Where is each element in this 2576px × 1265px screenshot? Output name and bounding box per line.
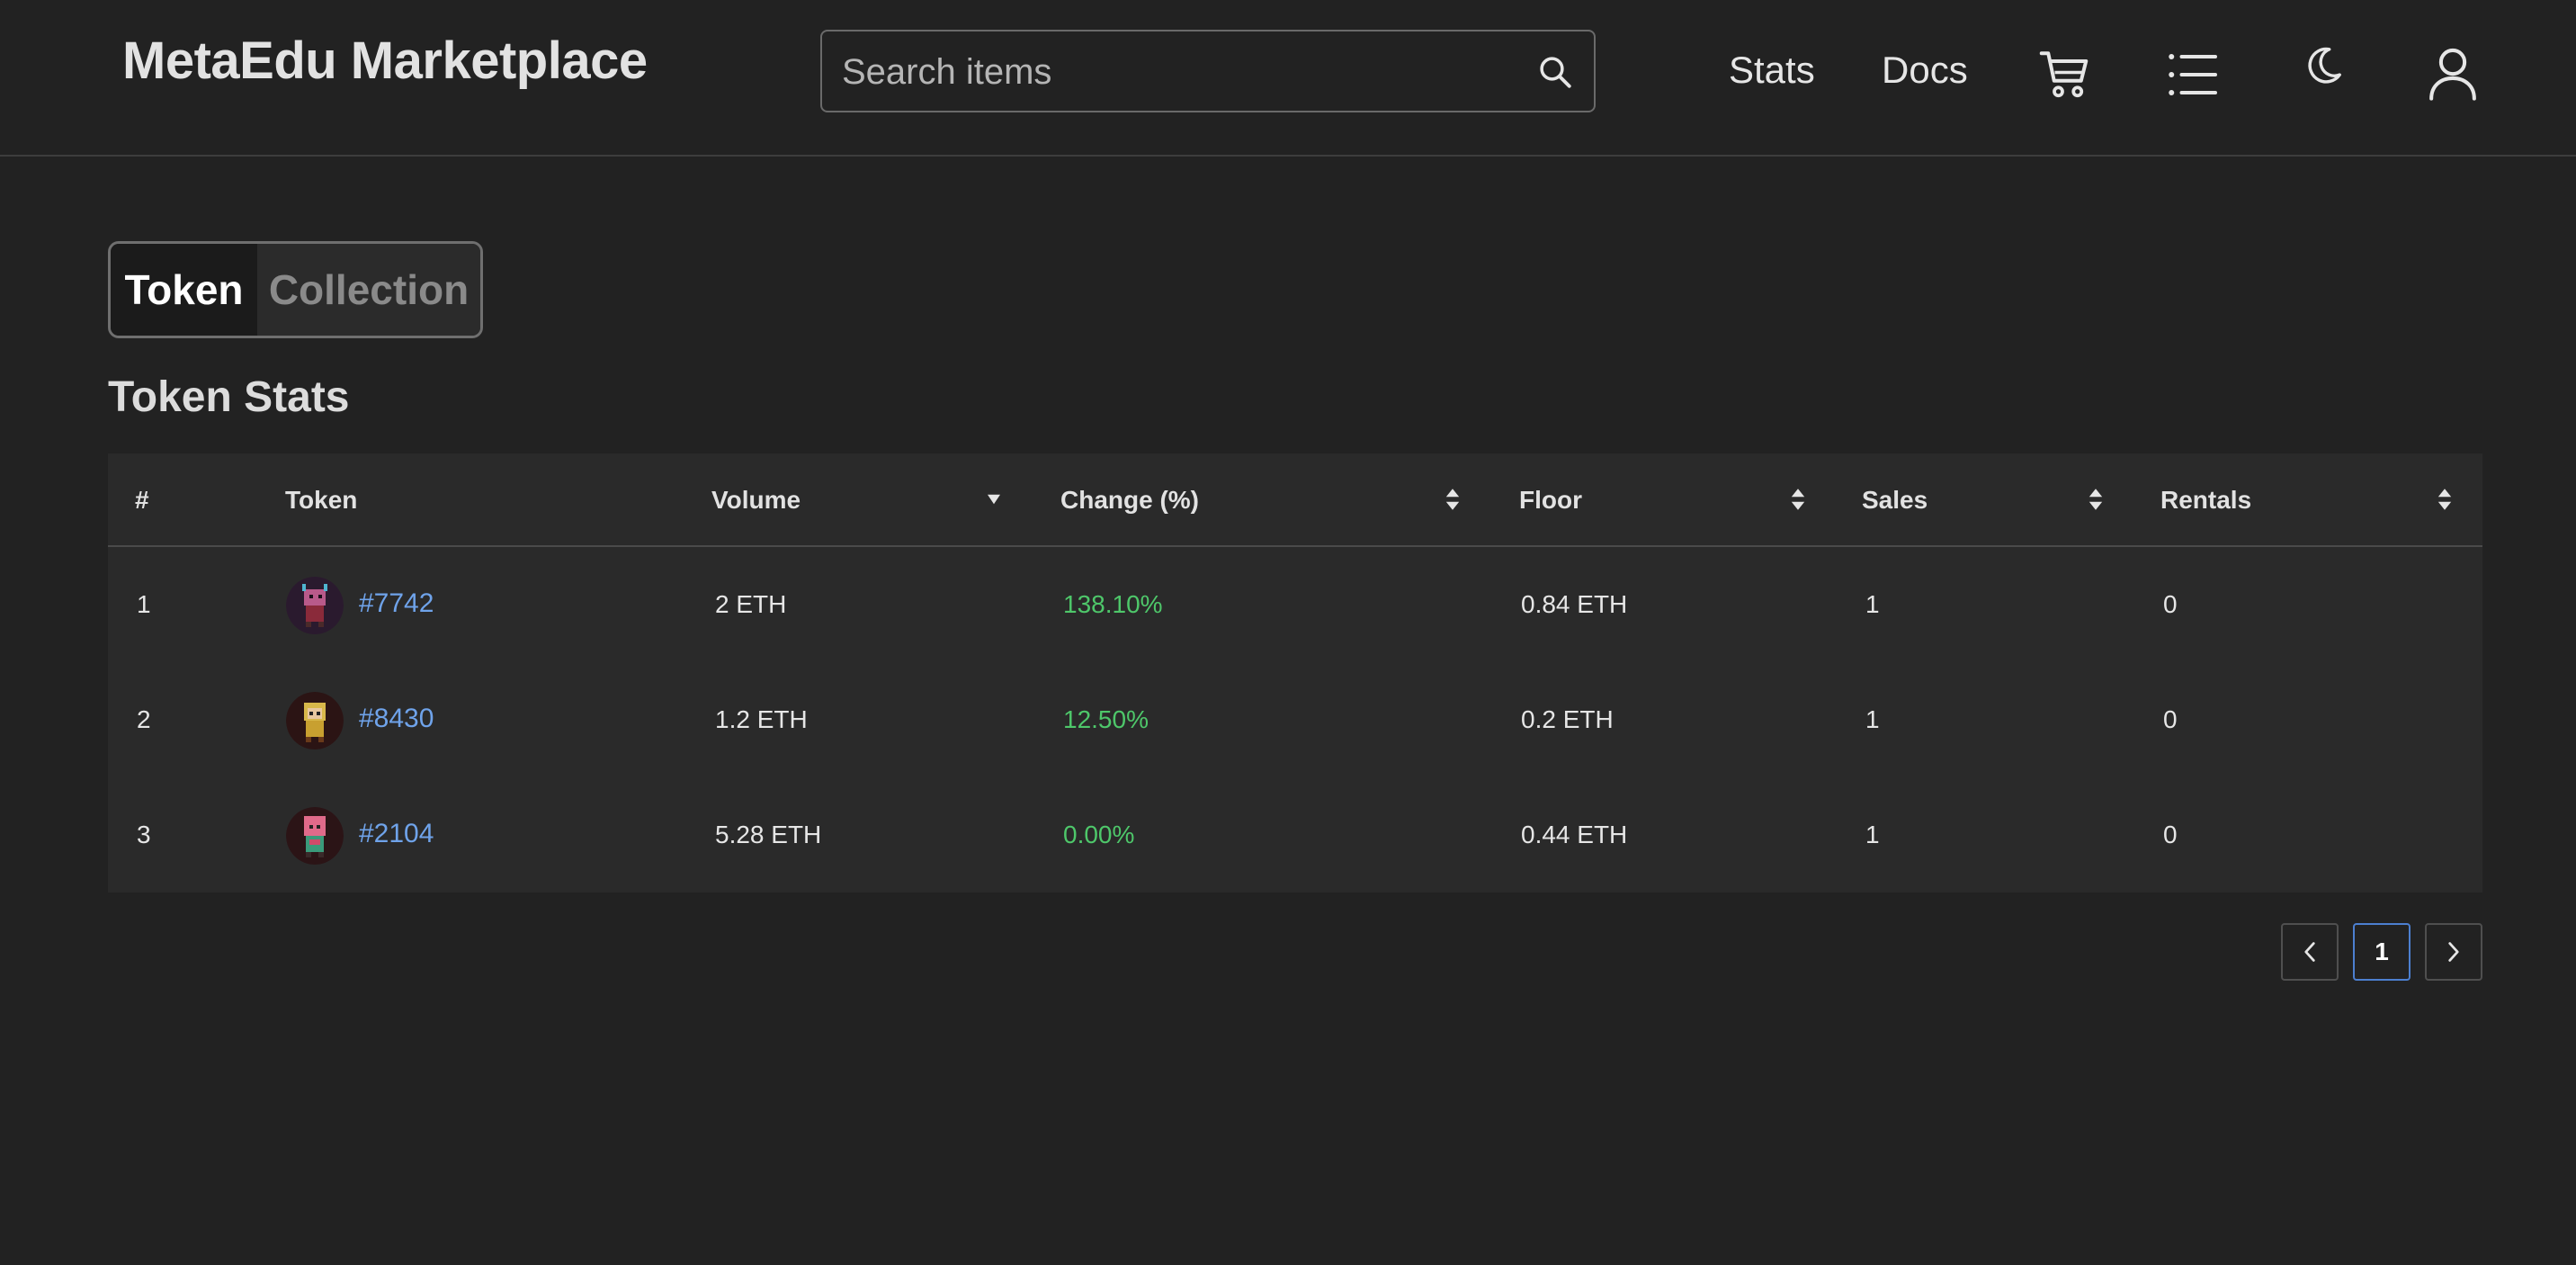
search-box[interactable] — [820, 30, 1596, 112]
token-stats-table: # Token Volume Change (%) Floor Sales Re… — [108, 453, 2482, 893]
column-header-volume[interactable]: Volume — [711, 453, 801, 547]
rentals-cell: 0 — [2163, 705, 2178, 733]
chevron-right-icon — [2448, 942, 2459, 962]
sales-cell: 1 — [1865, 821, 1880, 848]
token-link[interactable]: #7742 — [359, 547, 434, 660]
volume-cell: 2 ETH — [715, 590, 787, 618]
page-title: Token Stats — [108, 373, 350, 421]
rentals-cell: 0 — [2163, 590, 2178, 618]
chevron-left-icon — [2304, 942, 2315, 962]
toggle-collection-option[interactable]: Collection — [257, 244, 480, 336]
sales-cell: 1 — [1865, 705, 1880, 733]
toggle-token-option[interactable]: Token — [111, 244, 257, 336]
sort-descending-icon[interactable] — [986, 493, 1002, 506]
token-link[interactable]: #8430 — [359, 662, 434, 776]
sort-icon[interactable] — [1445, 486, 1461, 513]
nav-stats-link[interactable]: Stats — [1729, 49, 1815, 92]
pagination-prev-button[interactable] — [2281, 923, 2339, 981]
list-icon[interactable] — [2166, 48, 2220, 102]
change-cell: 138.10% — [1063, 590, 1163, 618]
table-header: # Token Volume Change (%) Floor Sales Re… — [108, 453, 2482, 547]
table-row[interactable]: 2 #8430 1.2 ETH 12.50% 0.2 ETH 1 0 — [108, 662, 2482, 777]
column-header-token: Token — [285, 486, 358, 514]
user-icon[interactable] — [2427, 45, 2479, 101]
rank-cell: 3 — [137, 821, 151, 848]
sort-icon[interactable] — [2088, 486, 2104, 513]
sales-cell: 1 — [1865, 590, 1880, 618]
token-avatar — [286, 807, 344, 865]
table-row[interactable]: 3 #2104 5.28 ETH 0.00% 0.44 ETH 1 0 — [108, 777, 2482, 893]
column-header-rank: # — [135, 486, 149, 514]
volume-cell: 5.28 ETH — [715, 821, 822, 848]
pagination-next-button[interactable] — [2425, 923, 2482, 981]
floor-cell: 0.84 ETH — [1521, 590, 1628, 618]
column-header-rentals[interactable]: Rentals — [2160, 453, 2251, 547]
nav-docs-link[interactable]: Docs — [1882, 49, 1968, 92]
volume-cell: 1.2 ETH — [715, 705, 808, 733]
change-cell: 12.50% — [1063, 705, 1149, 733]
column-header-change[interactable]: Change (%) — [1060, 453, 1199, 547]
search-input[interactable] — [840, 31, 1527, 112]
token-link[interactable]: #2104 — [359, 777, 434, 891]
rank-cell: 1 — [137, 590, 151, 618]
rank-cell: 2 — [137, 705, 151, 733]
column-header-floor[interactable]: Floor — [1519, 453, 1582, 547]
change-cell: 0.00% — [1063, 821, 1135, 848]
column-header-sales[interactable]: Sales — [1862, 453, 1928, 547]
token-avatar — [286, 692, 344, 749]
search-icon[interactable] — [1536, 53, 1574, 91]
sort-icon[interactable] — [2437, 486, 2453, 513]
table-row[interactable]: 1 #7742 2 ETH 138.10% 0.84 ETH 1 0 — [108, 547, 2482, 662]
brand-logo-text[interactable]: MetaEdu Marketplace — [122, 31, 648, 91]
pagination-page-button[interactable]: 1 — [2353, 923, 2411, 981]
floor-cell: 0.44 ETH — [1521, 821, 1628, 848]
floor-cell: 0.2 ETH — [1521, 705, 1614, 733]
moon-icon[interactable] — [2303, 45, 2344, 86]
token-collection-toggle: Token Collection — [108, 241, 483, 338]
cart-icon[interactable] — [2038, 48, 2092, 102]
rentals-cell: 0 — [2163, 821, 2178, 848]
top-navbar: MetaEdu Marketplace Stats Docs — [0, 0, 2576, 157]
token-avatar — [286, 577, 344, 634]
sort-icon[interactable] — [1790, 486, 1806, 513]
